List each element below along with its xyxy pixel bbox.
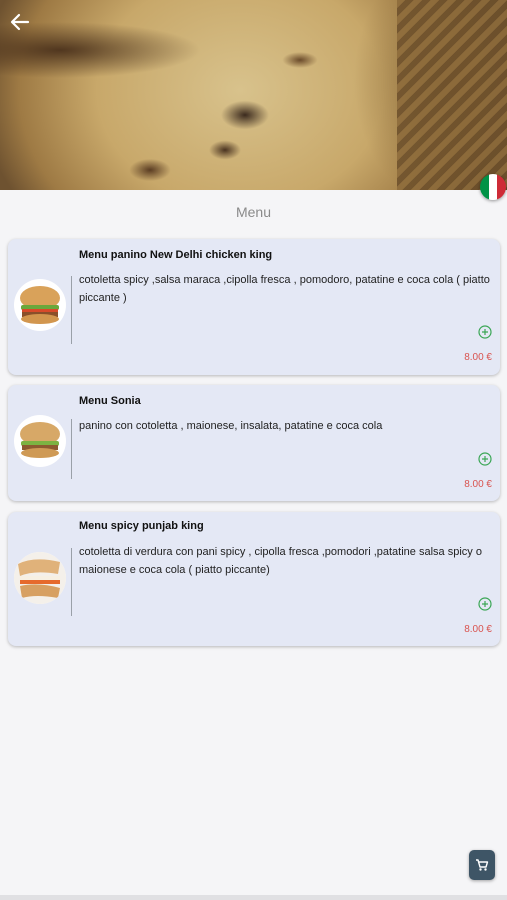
basket-texture [397,0,507,190]
sandwich-thumbnail [14,552,66,604]
back-button[interactable] [6,8,34,36]
item-divider [71,276,72,344]
item-description: panino con cotoletta , maionese, insalat… [79,420,383,432]
cart-button[interactable] [469,850,495,880]
item-price: 8.00 € [464,479,492,490]
menu-item-card[interactable]: Menu spicy punjab king cotoletta di verd… [8,512,500,646]
cart-icon [476,859,489,871]
bottom-bar [0,895,507,900]
item-price: 8.00 € [464,624,492,635]
burger-thumbnail [14,279,66,331]
item-divider [71,548,72,616]
back-arrow-icon [10,13,30,31]
menu-item-card[interactable]: Menu Sonia panino con cotoletta , maione… [8,385,500,501]
language-button[interactable] [480,174,506,200]
menu-item-card[interactable]: Menu panino New Delhi chicken king cotol… [8,239,500,375]
add-circle-icon[interactable] [478,325,492,339]
add-circle-icon[interactable] [478,452,492,466]
add-circle-icon[interactable] [478,597,492,611]
item-description: cotoletta spicy ,salsa maraca ,cipolla f… [79,274,490,304]
item-title: Menu Sonia [79,395,141,407]
hero-image [0,0,507,190]
burger-thumbnail [14,415,66,467]
item-title: Menu spicy punjab king [79,520,204,532]
item-divider [71,419,72,479]
item-price: 8.00 € [464,352,492,363]
section-title: Menu [235,204,272,220]
item-title: Menu panino New Delhi chicken king [79,249,273,261]
item-description: cotoletta di verdura con pani spicy , ci… [79,546,482,576]
